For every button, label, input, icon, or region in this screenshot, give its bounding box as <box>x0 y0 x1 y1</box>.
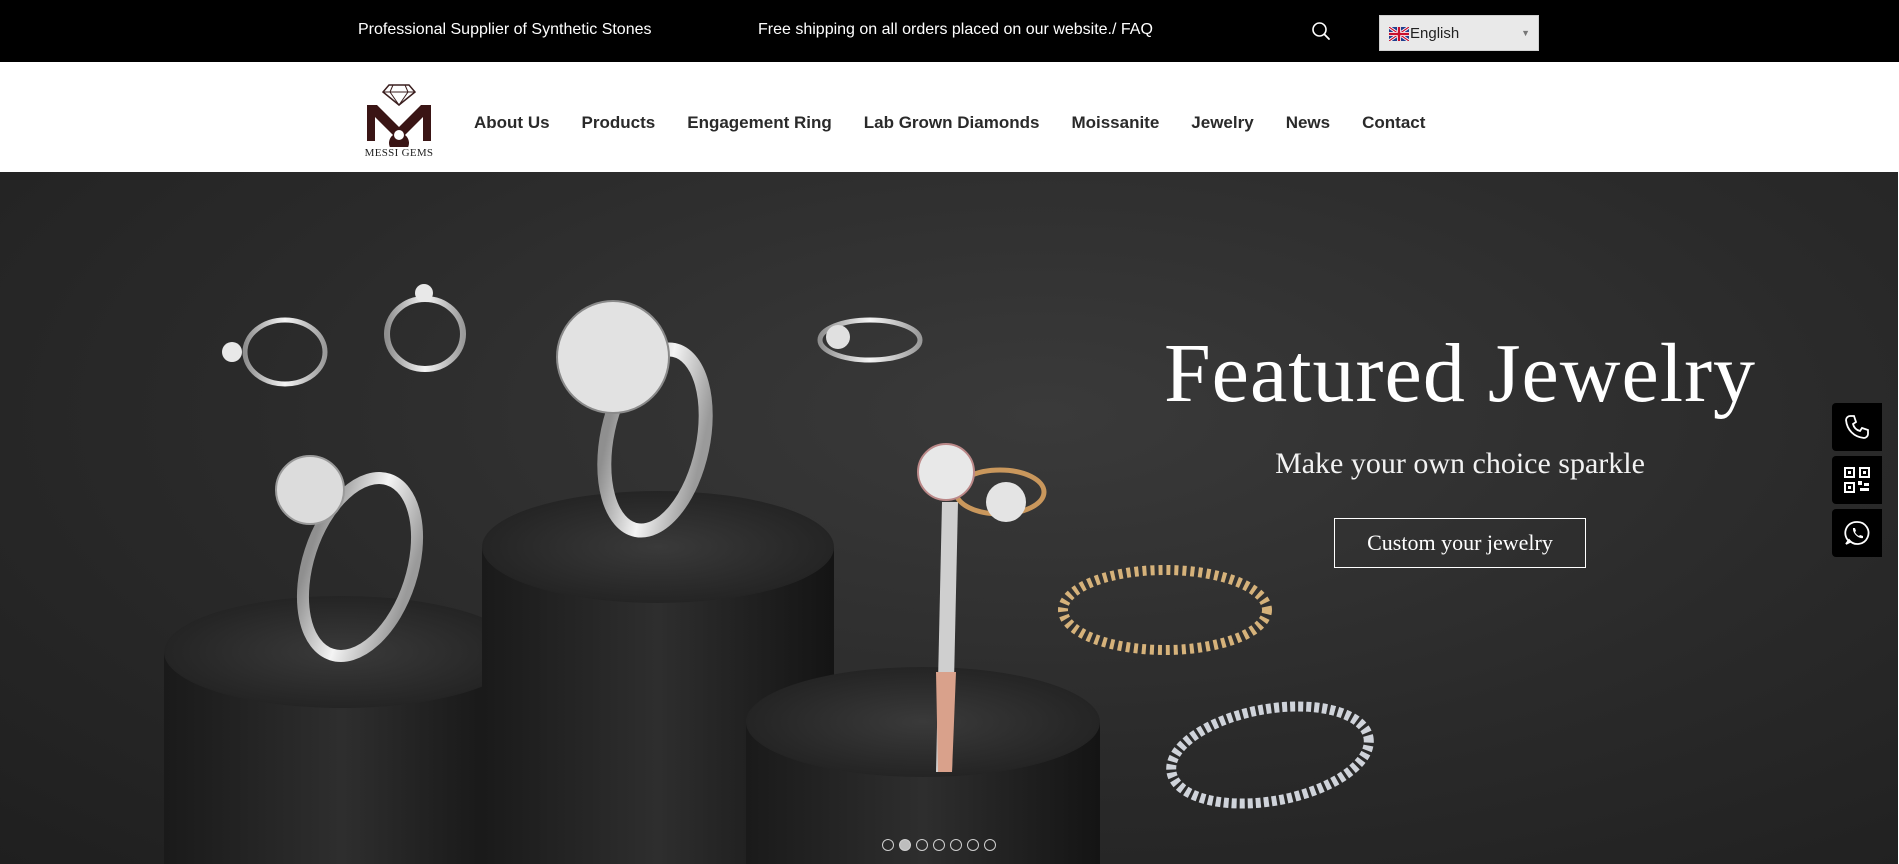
shipping-faq-link[interactable]: Free shipping on all orders placed on ou… <box>758 21 1153 39</box>
slide-dot[interactable] <box>916 839 928 851</box>
whatsapp-icon <box>1844 521 1870 545</box>
main-nav: About Us Products Engagement Ring Lab Gr… <box>474 113 1457 133</box>
phone-icon <box>1845 415 1869 439</box>
nav-news[interactable]: News <box>1286 113 1330 133</box>
phone-button[interactable] <box>1832 403 1882 451</box>
uk-flag-icon <box>1388 25 1410 43</box>
nav-lab-grown-diamonds[interactable]: Lab Grown Diamonds <box>864 113 1040 133</box>
slide-dot[interactable] <box>950 839 962 851</box>
logo[interactable]: MESSI GEMS <box>357 83 441 161</box>
jewelry-photo-image <box>164 284 1374 864</box>
logo-mark-icon <box>367 84 431 147</box>
hero-subtitle: Make your own choice sparkle <box>1275 447 1645 480</box>
nav-contact[interactable]: Contact <box>1362 113 1425 133</box>
nav-moissanite[interactable]: Moissanite <box>1071 113 1159 133</box>
language-selected: English <box>1410 25 1460 42</box>
slide-dot[interactable] <box>882 839 894 851</box>
slide-dot-active[interactable] <box>899 839 911 851</box>
logo-text: MESSI GEMS <box>364 147 434 159</box>
whatsapp-button[interactable] <box>1832 509 1882 557</box>
qr-code-icon <box>1844 467 1870 493</box>
hero-title: Featured Jewelry <box>1163 327 1757 420</box>
search-icon[interactable] <box>1311 21 1331 41</box>
slide-dot[interactable] <box>967 839 979 851</box>
nav-engagement-ring[interactable]: Engagement Ring <box>687 113 832 133</box>
nav-products[interactable]: Products <box>582 113 656 133</box>
slide-dot[interactable] <box>933 839 945 851</box>
qr-code-button[interactable] <box>1832 456 1882 504</box>
tagline: Professional Supplier of Synthetic Stone… <box>358 21 652 38</box>
nav-about-us[interactable]: About Us <box>474 113 550 133</box>
language-select[interactable]: English ▼ <box>1379 15 1539 51</box>
slide-dot[interactable] <box>984 839 996 851</box>
nav-jewelry[interactable]: Jewelry <box>1191 113 1253 133</box>
custom-jewelry-button[interactable]: Custom your jewelry <box>1334 518 1586 568</box>
hero-banner[interactable]: Featured Jewelry Make your own choice sp… <box>0 172 1898 864</box>
chevron-down-icon: ▼ <box>1521 28 1530 38</box>
slider-pagination <box>882 839 1001 851</box>
top-bar: Professional Supplier of Synthetic Stone… <box>0 0 1899 62</box>
